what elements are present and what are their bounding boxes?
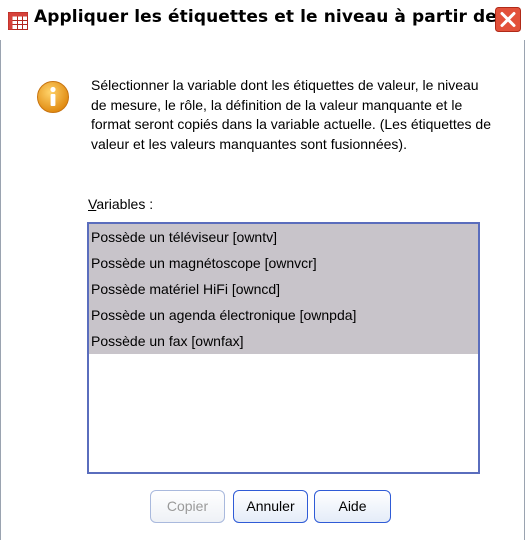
instruction-text: Sélectionner la variable dont les étique… <box>91 77 492 152</box>
variables-label: Variables : <box>88 196 153 212</box>
info-icon <box>37 81 69 113</box>
list-item[interactable]: Possède un magnétoscope [ownvcr] <box>89 250 478 276</box>
variables-label-rest: ariables : <box>96 196 154 212</box>
copy-button[interactable]: Copier <box>150 490 225 523</box>
list-item[interactable]: Possède matériel HiFi [owncd] <box>89 276 478 302</box>
title-bar[interactable]: Appliquer les étiquettes et le niveau à … <box>0 0 525 40</box>
list-item[interactable]: Possède un agenda électronique [ownpda] <box>89 302 478 328</box>
variables-list[interactable]: Possède un téléviseur [owntv] Possède un… <box>87 222 480 474</box>
help-button[interactable]: Aide <box>314 490 391 523</box>
list-item[interactable]: Possède un téléviseur [owntv] <box>89 224 478 250</box>
close-icon[interactable] <box>495 7 521 32</box>
cancel-button[interactable]: Annuler <box>233 490 308 523</box>
data-grid-icon <box>8 12 28 30</box>
dialog-window: Appliquer les étiquettes et le niveau à … <box>0 0 525 540</box>
window-title: Appliquer les étiquettes et le niveau à … <box>34 7 497 27</box>
list-item[interactable]: Possède un fax [ownfax] <box>89 328 478 354</box>
